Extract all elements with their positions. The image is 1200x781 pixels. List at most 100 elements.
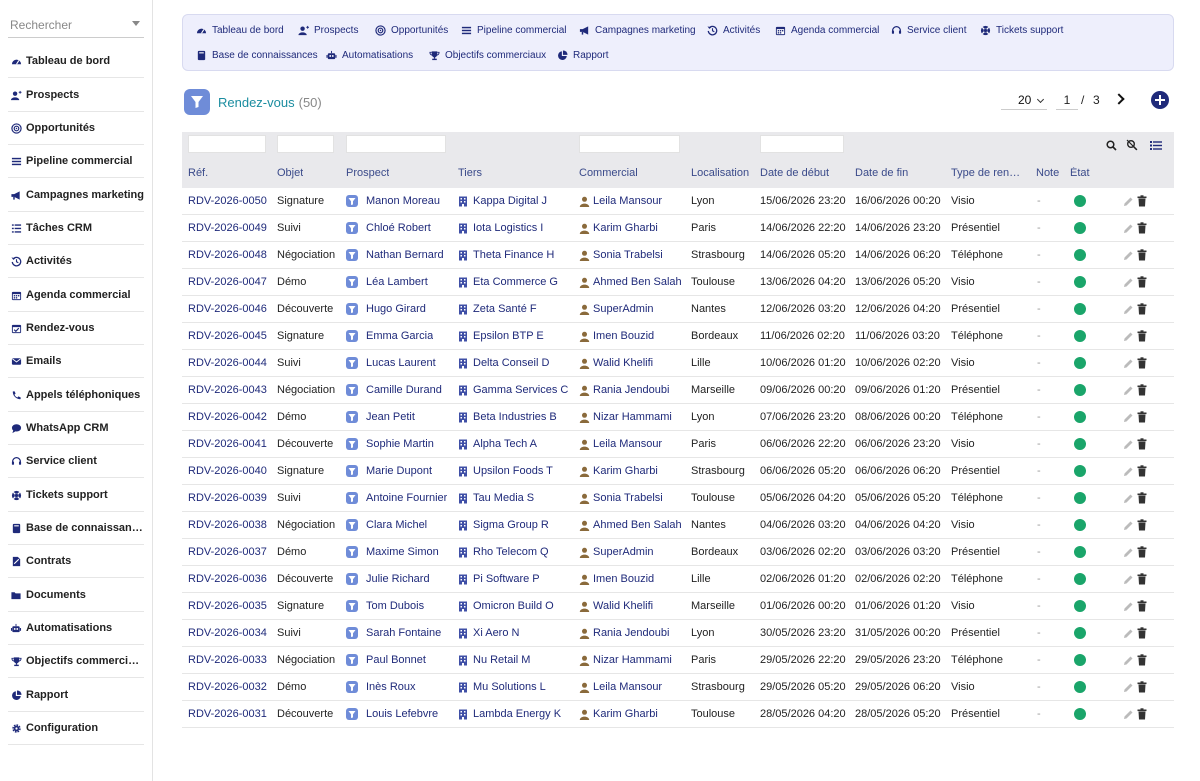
- col-commercial[interactable]: Commercial: [579, 167, 638, 179]
- row-commercial-link[interactable]: Rania Jendoubi: [593, 627, 669, 639]
- table-row[interactable]: RDV-2026-0046 Découverte Hugo Girard Zeta S…: [182, 296, 1174, 323]
- delete-icon[interactable]: [1137, 681, 1147, 696]
- delete-icon[interactable]: [1137, 438, 1147, 453]
- row-tiers-link[interactable]: Tau Media S: [473, 492, 534, 504]
- edit-icon[interactable]: [1123, 304, 1134, 318]
- next-page-icon[interactable]: [1113, 93, 1127, 107]
- sidebar-item-rapport[interactable]: Rapport: [8, 679, 144, 712]
- sidebar-item-configuration[interactable]: Configuration: [8, 712, 144, 745]
- row-commercial-link[interactable]: Leila Mansour: [593, 438, 662, 450]
- table-row[interactable]: RDV-2026-0042 Démo Jean Petit Beta Industri…: [182, 404, 1174, 431]
- page-number-input[interactable]: 1: [1056, 92, 1078, 110]
- table-row[interactable]: RDV-2026-0034 Suivi Sarah Fontaine Xi Aero …: [182, 620, 1174, 647]
- sidebar-item-documents[interactable]: Documents: [8, 579, 144, 612]
- row-tiers-link[interactable]: Rho Telecom Q: [473, 546, 549, 558]
- edit-icon[interactable]: [1123, 709, 1134, 723]
- sidebar-item-base-de-connaissan[interactable]: Base de connaissan…: [8, 512, 144, 545]
- table-row[interactable]: RDV-2026-0050 Signature Manon Moreau Kappa …: [182, 188, 1174, 215]
- top-menu-automatisations[interactable]: Automatisations: [326, 50, 413, 61]
- row-tiers-link[interactable]: Lambda Energy K: [473, 708, 561, 720]
- row-ref-link[interactable]: RDV-2026-0040: [188, 465, 267, 477]
- row-prospect-link[interactable]: Manon Moreau: [366, 195, 440, 207]
- row-commercial-link[interactable]: Walid Khelifi: [593, 600, 653, 612]
- col-etat[interactable]: État: [1070, 167, 1090, 179]
- sidebar-item-pipeline-commercial[interactable]: Pipeline commercial: [8, 145, 144, 178]
- edit-icon[interactable]: [1123, 196, 1134, 210]
- delete-icon[interactable]: [1137, 384, 1147, 399]
- sidebar-item-t-ches-crm[interactable]: Tâches CRM: [8, 212, 144, 245]
- edit-icon[interactable]: [1123, 250, 1134, 264]
- row-tiers-link[interactable]: Alpha Tech A: [473, 438, 537, 450]
- edit-icon[interactable]: [1123, 277, 1134, 291]
- row-prospect-link[interactable]: Sarah Fontaine: [366, 627, 441, 639]
- col-note[interactable]: Note: [1036, 167, 1059, 179]
- row-commercial-link[interactable]: Nizar Hammami: [593, 411, 672, 423]
- row-ref-link[interactable]: RDV-2026-0043: [188, 384, 267, 396]
- col-date-debut[interactable]: Date de début: [760, 167, 829, 179]
- table-row[interactable]: RDV-2026-0031 Découverte Louis Lefebvre Lam…: [182, 701, 1174, 728]
- edit-icon[interactable]: [1123, 682, 1134, 696]
- sidebar-item-rendez-vous[interactable]: Rendez-vous: [8, 312, 144, 345]
- delete-icon[interactable]: [1137, 573, 1147, 588]
- row-commercial-link[interactable]: SuperAdmin: [593, 303, 654, 315]
- edit-icon[interactable]: [1123, 439, 1134, 453]
- row-tiers-link[interactable]: Gamma Services C: [473, 384, 568, 396]
- table-row[interactable]: RDV-2026-0049 Suivi Chloé Robert Iota Logis…: [182, 215, 1174, 242]
- edit-icon[interactable]: [1123, 412, 1134, 426]
- row-tiers-link[interactable]: Zeta Santé F: [473, 303, 537, 315]
- row-prospect-link[interactable]: Maxime Simon: [366, 546, 439, 558]
- row-ref-link[interactable]: RDV-2026-0048: [188, 249, 267, 261]
- table-row[interactable]: RDV-2026-0041 Découverte Sophie Martin Alph…: [182, 431, 1174, 458]
- sidebar-item-objectifs-commerciaux[interactable]: Objectifs commerciaux: [8, 645, 144, 678]
- row-prospect-link[interactable]: Julie Richard: [366, 573, 430, 585]
- table-row[interactable]: RDV-2026-0037 Démo Maxime Simon Rho Telecom…: [182, 539, 1174, 566]
- delete-icon[interactable]: [1137, 357, 1147, 372]
- row-ref-link[interactable]: RDV-2026-0032: [188, 681, 267, 693]
- edit-icon[interactable]: [1123, 385, 1134, 399]
- delete-icon[interactable]: [1137, 411, 1147, 426]
- col-prospect[interactable]: Prospect: [346, 167, 389, 179]
- row-tiers-link[interactable]: Pi Software P: [473, 573, 540, 585]
- sidebar-item-activit-s[interactable]: Activités: [8, 245, 144, 278]
- top-menu-campagnes-marketing[interactable]: Campagnes marketing: [579, 25, 696, 36]
- row-prospect-link[interactable]: Inès Roux: [366, 681, 416, 693]
- delete-icon[interactable]: [1137, 465, 1147, 480]
- col-date-fin[interactable]: Date de fin: [855, 167, 908, 179]
- filter-date-debut[interactable]: [760, 135, 844, 153]
- delete-icon[interactable]: [1137, 654, 1147, 669]
- top-menu-objectifs-commerciaux[interactable]: Objectifs commerciaux: [429, 50, 546, 61]
- col-ref[interactable]: Réf.: [188, 167, 208, 179]
- row-prospect-link[interactable]: Emma Garcia: [366, 330, 433, 342]
- row-tiers-link[interactable]: Iota Logistics I: [473, 222, 543, 234]
- delete-icon[interactable]: [1137, 519, 1147, 534]
- row-ref-link[interactable]: RDV-2026-0033: [188, 654, 267, 666]
- table-row[interactable]: RDV-2026-0043 Négociation Camille Durand Ga…: [182, 377, 1174, 404]
- row-commercial-link[interactable]: Ahmed Ben Salah: [593, 519, 682, 531]
- edit-icon[interactable]: [1123, 601, 1134, 615]
- top-menu-tableau-de-bord[interactable]: Tableau de bord: [196, 25, 284, 36]
- col-tiers[interactable]: Tiers: [458, 167, 482, 179]
- col-objet[interactable]: Objet: [277, 167, 303, 179]
- top-menu-activit-s[interactable]: Activités: [707, 25, 760, 36]
- delete-icon[interactable]: [1137, 195, 1147, 210]
- delete-icon[interactable]: [1137, 249, 1147, 264]
- row-commercial-link[interactable]: Leila Mansour: [593, 195, 662, 207]
- row-ref-link[interactable]: RDV-2026-0042: [188, 411, 267, 423]
- row-prospect-link[interactable]: Paul Bonnet: [366, 654, 426, 666]
- row-tiers-link[interactable]: Beta Industries B: [473, 411, 557, 423]
- edit-icon[interactable]: [1123, 547, 1134, 561]
- table-row[interactable]: RDV-2026-0032 Démo Inès Roux Mu Solutions L…: [182, 674, 1174, 701]
- delete-icon[interactable]: [1137, 546, 1147, 561]
- row-ref-link[interactable]: RDV-2026-0045: [188, 330, 267, 342]
- table-row[interactable]: RDV-2026-0048 Négociation Nathan Bernard Th…: [182, 242, 1174, 269]
- row-ref-link[interactable]: RDV-2026-0034: [188, 627, 267, 639]
- table-row[interactable]: RDV-2026-0039 Suivi Antoine Fournier Tau Me…: [182, 485, 1174, 512]
- sidebar-item-automatisations[interactable]: Automatisations: [8, 612, 144, 645]
- row-prospect-link[interactable]: Chloé Robert: [366, 222, 431, 234]
- edit-icon[interactable]: [1123, 358, 1134, 372]
- row-prospect-link[interactable]: Léa Lambert: [366, 276, 428, 288]
- top-menu-base-de-connaissances[interactable]: Base de connaissances: [196, 50, 318, 61]
- delete-icon[interactable]: [1137, 708, 1147, 723]
- delete-icon[interactable]: [1137, 600, 1147, 615]
- table-row[interactable]: RDV-2026-0044 Suivi Lucas Laurent Delta Con…: [182, 350, 1174, 377]
